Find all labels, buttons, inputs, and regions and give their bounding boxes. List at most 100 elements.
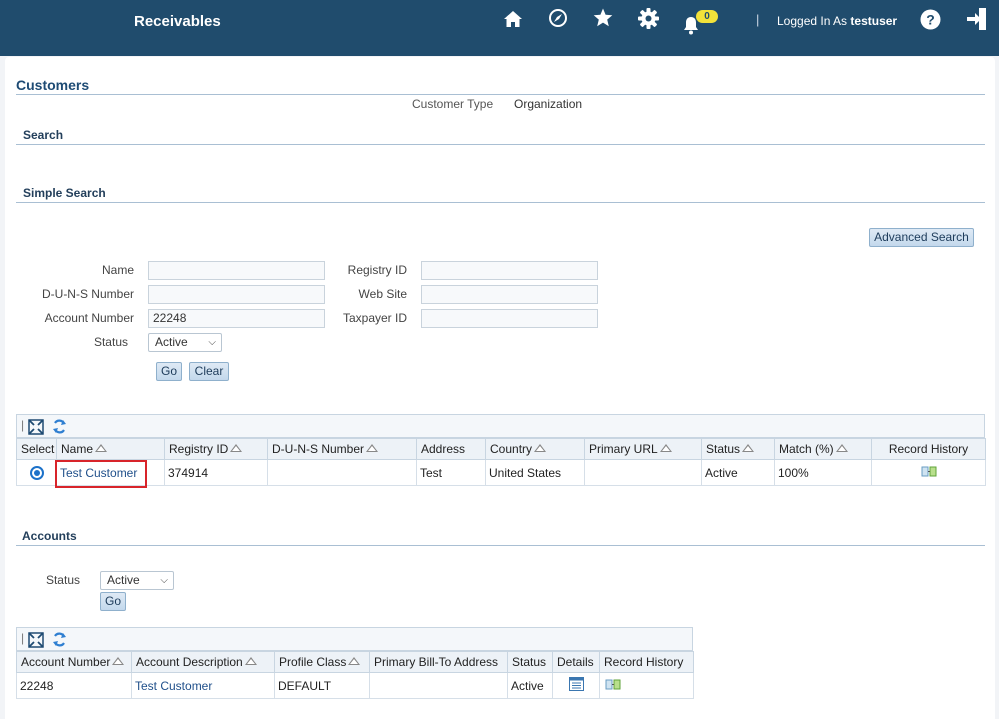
highlight-box [55, 460, 147, 488]
duns-input[interactable] [148, 285, 325, 304]
record-history-icon[interactable] [605, 678, 621, 694]
svg-text:?: ? [926, 12, 935, 28]
website-input[interactable] [421, 285, 598, 304]
profile-class-cell: DEFAULT [274, 672, 370, 699]
col-details: Details [552, 651, 600, 673]
sort-icon[interactable] [95, 444, 108, 452]
account-number-cell: 22248 [16, 672, 132, 699]
select-cell [16, 459, 57, 486]
search-divider [16, 144, 985, 145]
country-cell: United States [485, 459, 585, 486]
content-panel [5, 57, 995, 719]
status-cell: Active [701, 459, 775, 486]
status-select[interactable]: Active ⌵ [148, 333, 222, 352]
table-header-row: Account Number Account Description Profi… [16, 651, 694, 673]
col-status[interactable]: Status [701, 438, 775, 460]
col-account-number[interactable]: Account Number [16, 651, 132, 673]
col-match[interactable]: Match (%) [774, 438, 872, 460]
table-header-row: Select Name Registry ID D-U-N-S Number A… [16, 438, 986, 460]
col-duns[interactable]: D-U-N-S Number [267, 438, 417, 460]
table-row: Test Customer 374914 Test United States … [16, 459, 986, 486]
customer-type-label: Customer Type [412, 97, 494, 111]
registry-id-input[interactable] [421, 261, 598, 280]
col-name[interactable]: Name [56, 438, 165, 460]
match-cell: 100% [774, 459, 872, 486]
accounts-status-select[interactable]: Active ⌵ [100, 571, 174, 590]
go-button[interactable]: Go [156, 362, 182, 381]
global-header: Receivables 0 | Logged In As testuser ? [0, 0, 999, 56]
select-radio[interactable] [29, 465, 44, 480]
sort-icon[interactable] [348, 657, 361, 665]
details-cell [552, 672, 600, 699]
taxpayer-id-input[interactable] [421, 309, 598, 328]
refresh-icon[interactable] [52, 632, 67, 650]
col-select: Select [16, 438, 57, 460]
website-label: Web Site [358, 287, 407, 301]
taxpayer-id-label: Taxpayer ID [342, 311, 407, 325]
account-record-history-cell [599, 672, 694, 699]
col-registry-id[interactable]: Registry ID [164, 438, 268, 460]
chevron-down-icon: ⌵ [160, 575, 168, 586]
header-separator: | [756, 12, 760, 27]
results-toolbar: | [16, 414, 985, 438]
clear-button[interactable]: Clear [189, 362, 229, 381]
sort-icon[interactable] [742, 444, 755, 452]
sort-icon[interactable] [659, 444, 672, 452]
accounts-section-title: Accounts [22, 529, 77, 543]
detach-icon[interactable] [28, 419, 44, 438]
col-record-history: Record History [599, 651, 694, 673]
name-label: Name [101, 263, 134, 277]
username: testuser [850, 14, 898, 28]
primary-url-cell [584, 459, 702, 486]
advanced-search-button[interactable]: Advanced Search [869, 228, 974, 247]
customer-results-table: Select Name Registry ID D-U-N-S Number A… [16, 438, 986, 486]
account-status-cell: Active [507, 672, 553, 699]
col-primary-bill-to: Primary Bill-To Address [369, 651, 508, 673]
simple-search-title: Simple Search [23, 186, 106, 200]
accounts-go-button[interactable]: Go [100, 592, 126, 611]
accounts-status-label: Status [45, 573, 80, 587]
col-country[interactable]: Country [485, 438, 585, 460]
sort-icon[interactable] [230, 444, 243, 452]
status-select-value: Active [155, 335, 188, 349]
favorites-icon[interactable] [593, 8, 613, 27]
col-primary-url[interactable]: Primary URL [584, 438, 702, 460]
account-number-label: Account Number [44, 311, 134, 325]
help-icon[interactable]: ? [920, 9, 941, 30]
page-title: Customers [16, 77, 90, 93]
sort-icon[interactable] [244, 657, 257, 665]
registry-id-label: Registry ID [347, 263, 407, 277]
sort-icon[interactable] [835, 444, 848, 452]
col-address: Address [416, 438, 486, 460]
app-title: Receivables [134, 13, 221, 30]
customer-type-value: Organization [514, 97, 583, 111]
detach-icon[interactable] [28, 632, 44, 651]
col-profile-class[interactable]: Profile Class [274, 651, 370, 673]
logged-in-label: Logged In As [777, 14, 848, 28]
table-row: 22248 Test Customer DEFAULT Active [16, 672, 694, 699]
name-input[interactable] [148, 261, 325, 280]
title-divider [16, 94, 985, 95]
account-description-link[interactable]: Test Customer [135, 679, 212, 693]
status-label: Status [93, 335, 128, 349]
col-status: Status [507, 651, 553, 673]
record-history-icon[interactable] [921, 465, 937, 481]
chevron-down-icon: ⌵ [208, 337, 216, 348]
col-account-description[interactable]: Account Description [131, 651, 275, 673]
sign-out-icon[interactable] [966, 7, 988, 31]
accounts-divider [16, 545, 985, 546]
accounts-toolbar: | [16, 627, 693, 651]
details-icon[interactable] [568, 677, 584, 694]
primary-bill-to-cell [369, 672, 508, 699]
toolbar-separator: | [21, 631, 25, 645]
account-number-input[interactable]: 22248 [148, 309, 325, 328]
refresh-icon[interactable] [52, 419, 67, 437]
home-icon[interactable] [503, 10, 523, 28]
sort-icon[interactable] [366, 444, 379, 452]
duns-cell [267, 459, 417, 486]
navigator-icon[interactable] [548, 8, 568, 28]
sort-icon[interactable] [112, 657, 125, 665]
simple-search-divider [16, 202, 985, 203]
settings-icon[interactable] [638, 8, 659, 29]
sort-icon[interactable] [534, 444, 547, 452]
